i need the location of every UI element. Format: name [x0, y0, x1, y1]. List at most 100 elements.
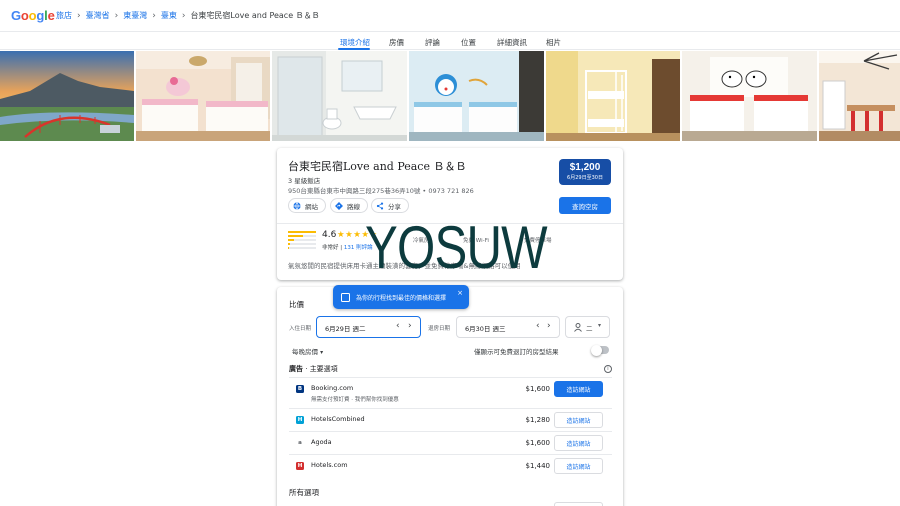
checkin-date-value: 6月29日 週二	[325, 325, 366, 333]
breadcrumb-separator: ›	[77, 10, 81, 21]
ads-title: 主要選項	[309, 365, 338, 373]
chevron-left-icon[interactable]: ‹	[396, 321, 400, 331]
provider-name: Hotels.com	[311, 461, 348, 469]
checkout-label: 退房日期	[428, 326, 451, 332]
offer-row[interactable]: H HotelsCombined $1,280 造訪網站	[289, 408, 612, 431]
tab-reviews[interactable]: 評論	[425, 37, 440, 48]
check-availability-button[interactable]: 查詢空房	[559, 197, 611, 214]
photo-landscape-bridge[interactable]	[0, 51, 134, 141]
ads-section-label: 廣告 · 主要選項	[289, 365, 338, 373]
breadcrumb-east-taiwan[interactable]: 東臺灣	[123, 10, 147, 21]
all-options-visit-button[interactable]	[554, 502, 603, 506]
free-cancel-toggle[interactable]	[591, 344, 609, 356]
per-night-price-dropdown[interactable]: 每晚房價 ▾	[292, 346, 323, 356]
rating-score: 4.6	[322, 230, 337, 240]
per-night-label: 每晚房價	[292, 348, 318, 356]
checkout-date-field[interactable]: 6月30日 週三 ‹ ›	[456, 316, 560, 338]
provider-name: Agoda	[311, 438, 332, 446]
photo-snoopy-room[interactable]	[682, 51, 817, 141]
breadcrumb-taitung[interactable]: 臺東	[161, 10, 177, 21]
chevron-right-icon[interactable]: ›	[408, 321, 412, 331]
website-label: 網站	[305, 202, 318, 211]
chevron-down-icon: ▾	[320, 349, 324, 356]
provider-price: $1,280	[525, 416, 551, 424]
provider-name: Booking.com	[311, 384, 354, 392]
all-options-heading: 所有選項	[289, 488, 319, 497]
checkout-date-value: 6月30日 週三	[465, 325, 506, 333]
free-cancel-label: 僅顯示可免費退訂的房型結果	[474, 348, 559, 356]
breadcrumb-separator: ›	[181, 10, 186, 21]
booking-tooltip: 為你的行程找到最佳的價格和選擇 ×	[333, 285, 469, 309]
photo-strip	[0, 51, 900, 141]
globe-icon	[293, 201, 301, 210]
provider-price: $1,600	[525, 439, 551, 447]
info-icon[interactable]: i	[604, 365, 612, 373]
provider-logo-icon: H	[296, 462, 304, 470]
hotel-address: 950台東縣台東市中興路三段275巷36弄10號 • 0973 721 826	[288, 187, 474, 195]
visit-site-button[interactable]: 造訪網站	[554, 435, 603, 451]
tab-details[interactable]: 詳細資訊	[497, 37, 527, 48]
breadcrumb-separator: ›	[152, 10, 156, 21]
watermark: YOSUW	[365, 214, 548, 281]
top-header: Google 旅店 › 臺灣省 › 東臺灣 › 臺東 › 台東宅民宿Love a…	[0, 0, 900, 32]
provider-logo-icon: B	[296, 385, 304, 393]
rating-word: 非常好	[322, 245, 339, 251]
website-button[interactable]: 網站	[288, 198, 326, 213]
provider-logo-icon: a	[296, 439, 304, 447]
guest-selector[interactable]: 二 ▾	[565, 316, 610, 338]
hotel-star-class: 3 星級飯店	[288, 177, 321, 185]
chevron-left-icon[interactable]: ‹	[536, 321, 540, 331]
provider-price: $1,440	[525, 462, 551, 470]
price-date-range: 6月29日至30日	[567, 175, 603, 181]
breadcrumb: 旅店 › 臺灣省 › 東臺灣 › 臺東 › 台東宅民宿Love and Peac…	[56, 10, 320, 21]
visit-site-button[interactable]: 造訪網站	[554, 412, 603, 428]
provider-logo-icon: H	[296, 416, 304, 424]
compare-title: 比價	[289, 300, 304, 309]
breadcrumb-separator: ›	[114, 10, 119, 21]
nightly-price: $1,200	[569, 162, 601, 173]
photo-kitchen-dining[interactable]	[819, 51, 900, 141]
directions-label: 路線	[347, 202, 360, 211]
rating-distribution	[288, 231, 316, 251]
photo-doraemon-room[interactable]	[409, 51, 544, 141]
guest-count: 二	[586, 325, 593, 333]
close-icon[interactable]: ×	[457, 289, 463, 297]
checkin-label: 入住日期	[289, 326, 312, 332]
offer-row[interactable]: a Agoda $1,600 造訪網站	[289, 431, 612, 454]
directions-icon	[335, 201, 343, 210]
person-icon	[574, 323, 582, 332]
provider-price: $1,600	[525, 385, 551, 393]
checkin-date-field[interactable]: 6月29日 週二 ‹ ›	[316, 316, 421, 338]
price-badge[interactable]: $1,200 6月29日至30日	[559, 159, 611, 185]
directions-button[interactable]: 路線	[330, 198, 368, 213]
toggle-knob	[591, 344, 602, 356]
share-button[interactable]: 分享	[371, 198, 409, 213]
chevron-right-icon[interactable]: ›	[547, 321, 551, 331]
breadcrumb-taiwan-province[interactable]: 臺灣省	[86, 10, 110, 21]
photo-bathroom[interactable]	[272, 51, 407, 141]
offer-row[interactable]: B Booking.com 無需支付預訂費 · 我們幫你找到優惠 $1,600 造訪網站	[289, 377, 612, 408]
tab-overview[interactable]: 環境介紹	[340, 37, 370, 48]
tab-photos[interactable]: 相片	[546, 37, 561, 48]
chevron-down-icon: ▾	[598, 322, 602, 329]
photo-hello-kitty-room[interactable]	[136, 51, 270, 141]
breadcrumb-hotels[interactable]: 旅店	[56, 10, 72, 21]
hotel-tabs: 環境介紹 房價 評論 位置 詳細資訊 相片	[0, 32, 900, 50]
provider-subtext: 無需支付預訂費 · 我們幫你找到優惠	[311, 397, 399, 403]
tab-prices[interactable]: 房價	[389, 37, 404, 48]
offer-row[interactable]: H Hotels.com $1,440 造訪網站	[289, 454, 612, 477]
tab-location[interactable]: 位置	[461, 37, 476, 48]
calendar-icon	[341, 292, 350, 302]
tooltip-text: 為你的行程找到最佳的價格和選擇	[356, 294, 447, 302]
google-logo[interactable]: Google	[11, 8, 55, 23]
share-icon	[376, 201, 384, 210]
active-tab-indicator	[338, 48, 370, 50]
photo-bunk-bed-room[interactable]	[546, 51, 680, 141]
ads-prefix: 廣告	[289, 365, 303, 373]
visit-site-button[interactable]: 造訪網站	[554, 381, 603, 397]
provider-name: HotelsCombined	[311, 415, 365, 423]
hotel-name: 台東宅民宿Love and Peace Ｂ＆Ｂ	[288, 160, 467, 173]
breadcrumb-current-hotel: 台東宅民宿Love and Peace Ｂ＆Ｂ	[190, 11, 320, 20]
share-label: 分享	[388, 202, 401, 211]
visit-site-button[interactable]: 造訪網站	[554, 458, 603, 474]
